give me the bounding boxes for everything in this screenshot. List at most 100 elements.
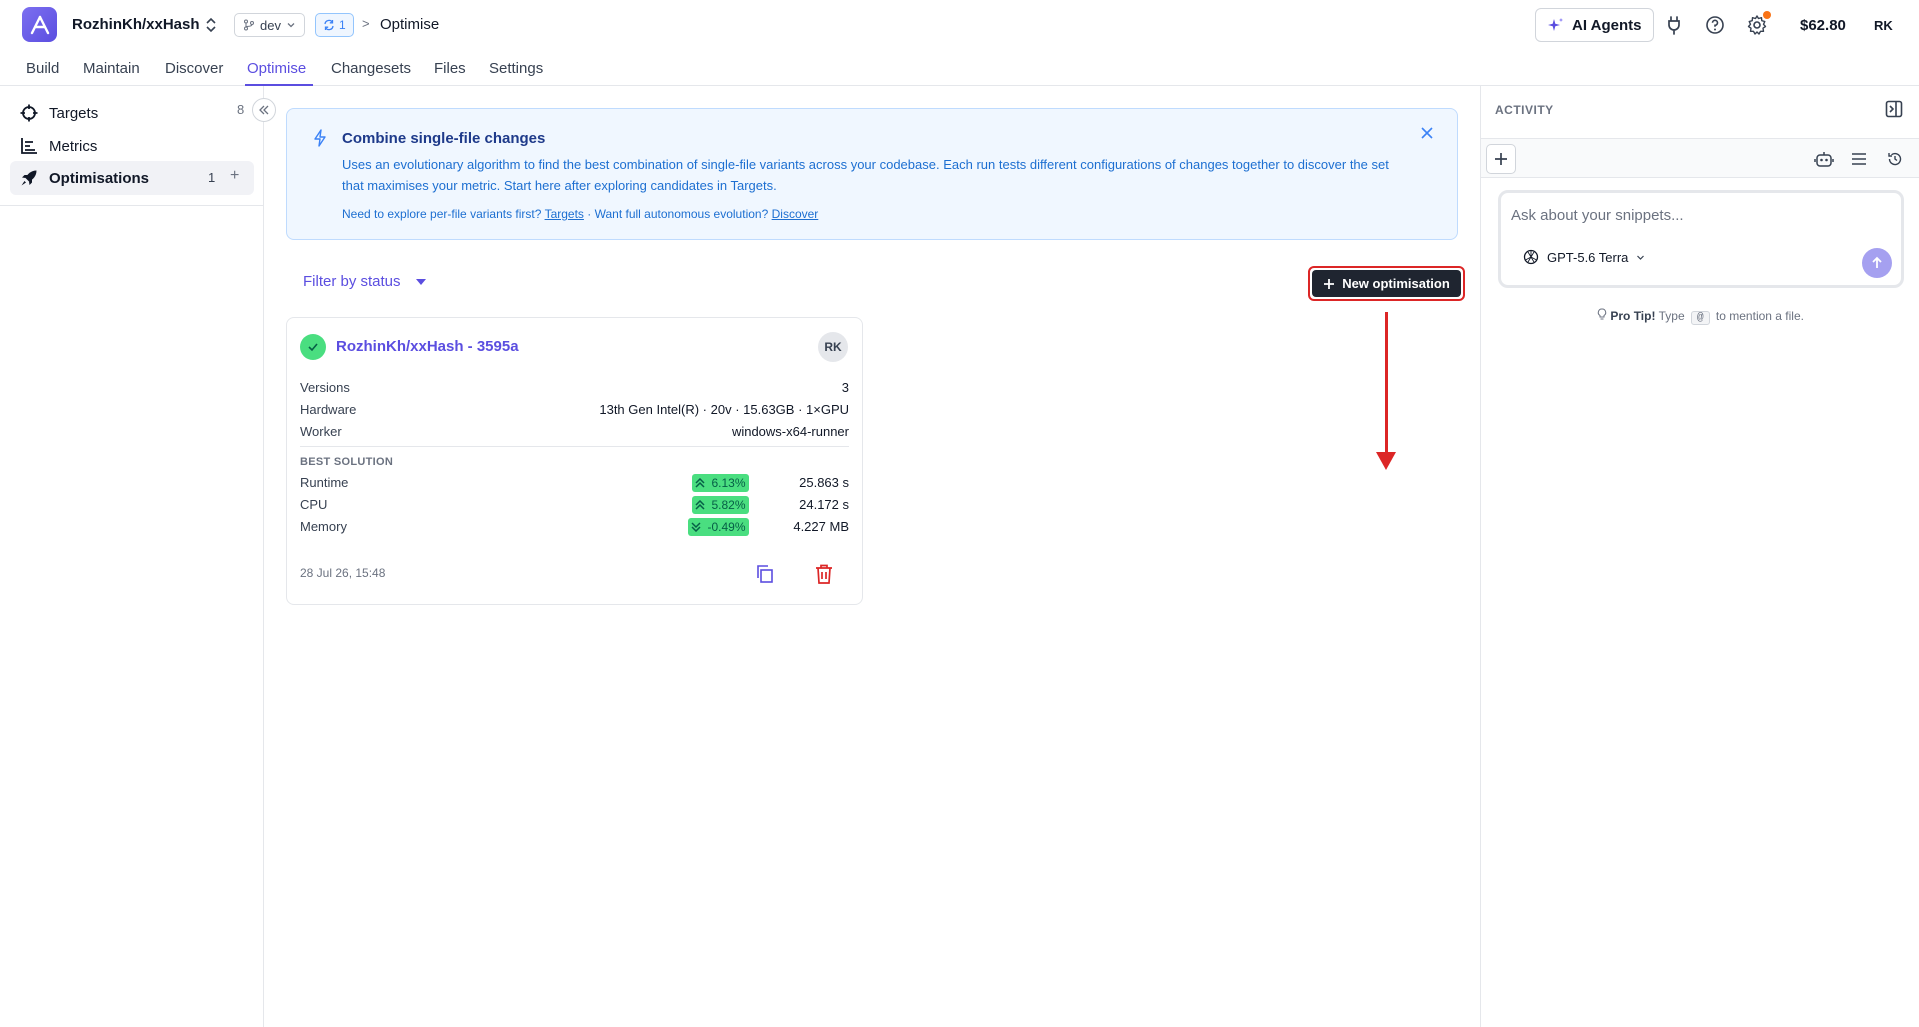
model-selector[interactable]: GPT-5.6 Terra [1523, 249, 1645, 265]
send-button[interactable] [1862, 248, 1892, 278]
delta-value: 6.13% [711, 476, 746, 490]
sidebar-divider [0, 205, 264, 206]
tab-build[interactable]: Build [26, 60, 59, 77]
repo-name[interactable]: RozhinKh/xxHash [72, 16, 200, 33]
metric-label: Runtime [300, 475, 349, 490]
new-chat-button[interactable] [1486, 144, 1516, 174]
robot-icon[interactable] [1814, 149, 1834, 169]
metric-row-runtime: Runtime 25.863 s [300, 473, 849, 493]
detail-row-worker: Worker windows-x64-runner [300, 422, 849, 442]
tab-changesets[interactable]: Changesets [331, 60, 411, 77]
app-logo[interactable] [22, 7, 57, 42]
model-label: GPT-5.6 Terra [1547, 249, 1629, 265]
chevrons-up-icon [695, 478, 706, 488]
pro-tip-label: Pro Tip! [1610, 309, 1656, 323]
activity-toolbar [1481, 138, 1919, 178]
new-optimisation-label: New optimisation [1342, 276, 1450, 291]
tab-settings[interactable]: Settings [489, 60, 543, 77]
detail-label: Worker [300, 424, 342, 439]
sidebar-item-label: Metrics [49, 137, 98, 155]
history-icon[interactable] [1885, 149, 1905, 169]
bar-chart-icon [19, 136, 39, 156]
crosshair-icon [19, 103, 39, 123]
pro-tip-pre: Type [1658, 309, 1685, 323]
panel-collapse-icon[interactable] [1885, 100, 1905, 120]
notification-dot [1763, 11, 1771, 19]
breadcrumb-current: Optimise [380, 16, 440, 33]
metric-row-memory: Memory 4.227 MB [300, 517, 849, 537]
discover-link[interactable]: Discover [772, 207, 819, 221]
tab-maintain[interactable]: Maintain [83, 60, 140, 77]
optimisation-card[interactable]: RozhinKh/xxHash - 3595a RK Versions 3 Ha… [286, 317, 863, 605]
optimisation-title[interactable]: RozhinKh/xxHash - 3595a [336, 338, 519, 355]
git-branch-icon [244, 19, 254, 31]
chevron-down-icon [1637, 255, 1645, 260]
chevron-updown-icon[interactable] [204, 15, 218, 35]
new-optimisation-button[interactable]: New optimisation [1312, 270, 1461, 297]
metric-label: Memory [300, 519, 347, 534]
user-avatar[interactable]: RK [1874, 18, 1893, 33]
annotation-arrow-line [1385, 312, 1388, 454]
detail-value: windows-x64-runner [731, 424, 849, 439]
banner-links-middle: · Want full autonomous evolution? [587, 207, 769, 221]
openai-icon [1523, 249, 1539, 265]
sidebar-item-label: Optimisations [49, 169, 150, 187]
delta-value: -0.49% [707, 520, 746, 534]
tab-discover[interactable]: Discover [165, 60, 223, 77]
list-icon[interactable] [1849, 149, 1869, 169]
targets-link[interactable]: Targets [545, 207, 584, 221]
optimisations-count: 1 [208, 170, 216, 185]
tab-files[interactable]: Files [434, 60, 466, 77]
metric-delta-badge: 5.82% [692, 496, 749, 514]
plus-icon [1324, 278, 1335, 289]
metric-delta-badge: 6.13% [692, 474, 749, 492]
plus-icon [1495, 153, 1507, 165]
logo-a-icon [30, 15, 49, 34]
banner-title: Combine single-file changes [342, 130, 546, 147]
branch-label: dev [260, 17, 281, 33]
copy-icon[interactable] [753, 562, 777, 586]
chevron-down-icon [287, 23, 295, 28]
detail-value: 3 [841, 380, 849, 395]
close-icon[interactable] [1419, 125, 1435, 141]
trash-icon[interactable] [812, 562, 836, 586]
card-date: 28 Jul 26, 15:48 [300, 566, 386, 580]
help-icon[interactable] [1703, 13, 1727, 37]
credits-balance[interactable]: $62.80 [1800, 17, 1846, 34]
metric-value: 24.172 s [799, 497, 849, 512]
chevrons-left-icon [259, 105, 269, 115]
pro-tip: Pro Tip! Type @ to mention a file. [1481, 308, 1919, 325]
branch-selector[interactable]: dev [234, 13, 305, 37]
filter-by-status-dropdown[interactable]: Filter by status [303, 273, 427, 290]
gear-icon[interactable] [1745, 11, 1771, 37]
ai-agents-button[interactable]: AI Agents [1535, 8, 1655, 42]
sidebar-item-metrics[interactable]: Metrics [10, 130, 254, 162]
detail-label: Versions [300, 380, 350, 395]
metric-label: CPU [300, 497, 328, 512]
sidebar-item-optimisations[interactable]: Optimisations 1 + [10, 161, 254, 195]
lightning-icon [313, 129, 327, 150]
metric-value: 25.863 s [799, 475, 849, 490]
sync-count: 1 [339, 18, 346, 32]
arrow-up-icon [1872, 256, 1882, 268]
chat-input[interactable] [1511, 203, 1881, 227]
metric-row-cpu: CPU 24.172 s [300, 495, 849, 515]
sidebar-item-targets[interactable]: Targets [10, 97, 254, 129]
chat-composer: GPT-5.6 Terra [1498, 190, 1904, 288]
tab-optimise[interactable]: Optimise [247, 60, 306, 77]
activity-panel: ACTIVITY GPT-5.6 Terra Pro Tip! Type [1480, 86, 1919, 1027]
banner-links-prefix: Need to explore per-file variants first? [342, 207, 542, 221]
plug-icon[interactable] [1662, 13, 1686, 37]
info-banner: Combine single-file changes Uses an evol… [286, 108, 1458, 240]
main-tabs: Build Maintain Discover Optimise Changes… [0, 50, 1919, 86]
collapse-sidebar-button[interactable] [252, 98, 276, 122]
metric-delta-badge: -0.49% [688, 518, 749, 536]
caret-down-icon [415, 278, 426, 285]
delta-value: 5.82% [711, 498, 746, 512]
add-optimisation-icon[interactable]: + [230, 167, 239, 185]
breadcrumb-separator: > [362, 16, 370, 31]
sync-badge[interactable]: 1 [315, 13, 354, 37]
card-divider [300, 446, 849, 447]
top-bar: RozhinKh/xxHash dev 1 > Optimise AI Agen… [0, 0, 1919, 50]
detail-row-versions: Versions 3 [300, 378, 849, 398]
